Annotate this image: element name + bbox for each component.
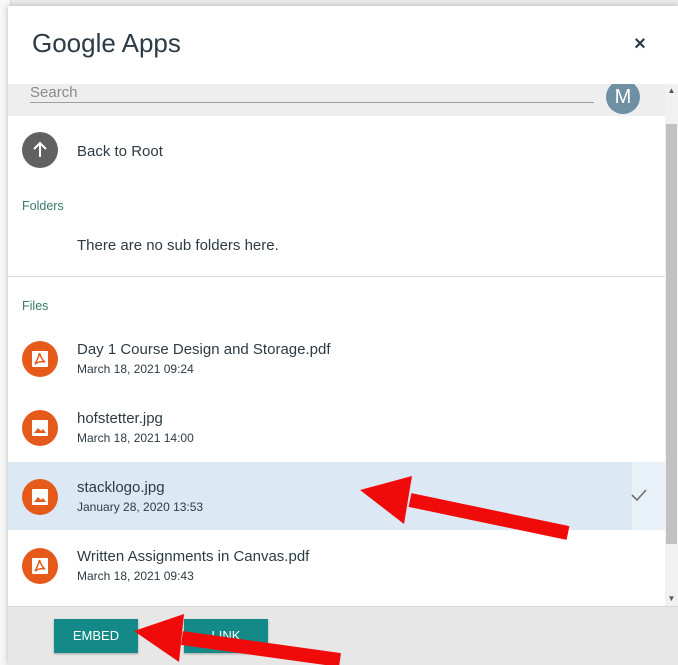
- close-icon: ×: [634, 33, 646, 55]
- embed-button[interactable]: EMBED: [54, 619, 138, 653]
- user-avatar[interactable]: M: [606, 84, 640, 114]
- scroll-down-icon[interactable]: ▼: [665, 592, 678, 606]
- pdf-icon: [22, 548, 58, 584]
- pdf-icon: [22, 341, 58, 377]
- file-date: March 18, 2021 09:24: [77, 362, 194, 376]
- file-row[interactable]: hofstetter.jpg March 18, 2021 14:00: [8, 393, 665, 461]
- dialog-title: Google Apps: [32, 28, 181, 58]
- file-row[interactable]: Day 1 Course Design and Storage.pdf Marc…: [8, 324, 665, 392]
- link-button[interactable]: LINK: [184, 619, 268, 653]
- image-icon: [22, 479, 58, 515]
- dialog-header: Google Apps ×: [8, 6, 678, 85]
- file-date: March 18, 2021 14:00: [77, 431, 194, 445]
- file-name: Day 1 Course Design and Storage.pdf: [77, 341, 331, 358]
- file-name: Written Assignments in Canvas.pdf: [77, 548, 310, 565]
- file-browser-content: M Back to Root Folders There are no sub …: [8, 84, 665, 606]
- dialog-footer: EMBED LINK: [8, 606, 678, 665]
- section-divider: [8, 276, 665, 277]
- no-folders-message: There are no sub folders here.: [77, 237, 279, 254]
- close-button[interactable]: ×: [630, 34, 650, 54]
- image-icon: [22, 410, 58, 446]
- file-name: stacklogo.jpg: [77, 479, 165, 496]
- arrow-up-icon: [22, 132, 58, 168]
- file-row[interactable]: Written Assignments in Canvas.pdf March …: [8, 531, 665, 599]
- folders-section-label: Folders: [22, 199, 64, 213]
- back-to-root-row[interactable]: Back to Root: [8, 126, 665, 184]
- search-input[interactable]: [30, 84, 594, 103]
- file-date: January 28, 2020 13:53: [77, 500, 204, 514]
- content-scrollbar[interactable]: ▲ ▼: [665, 84, 678, 606]
- check-icon: [631, 489, 647, 502]
- back-to-root-label: Back to Root: [77, 143, 163, 160]
- page: Google Apps × M Back to Root Folders The…: [0, 0, 678, 665]
- file-row-selected[interactable]: stacklogo.jpg January 28, 2020 13:53: [8, 462, 665, 530]
- file-name: hofstetter.jpg: [77, 410, 163, 427]
- file-date: March 18, 2021 09:43: [77, 569, 194, 583]
- scroll-up-icon[interactable]: ▲: [665, 84, 678, 98]
- scroll-thumb[interactable]: [666, 124, 677, 544]
- search-bar: M: [8, 84, 665, 116]
- files-section-label: Files: [22, 299, 49, 313]
- google-apps-dialog: Google Apps × M Back to Root Folders The…: [8, 6, 678, 665]
